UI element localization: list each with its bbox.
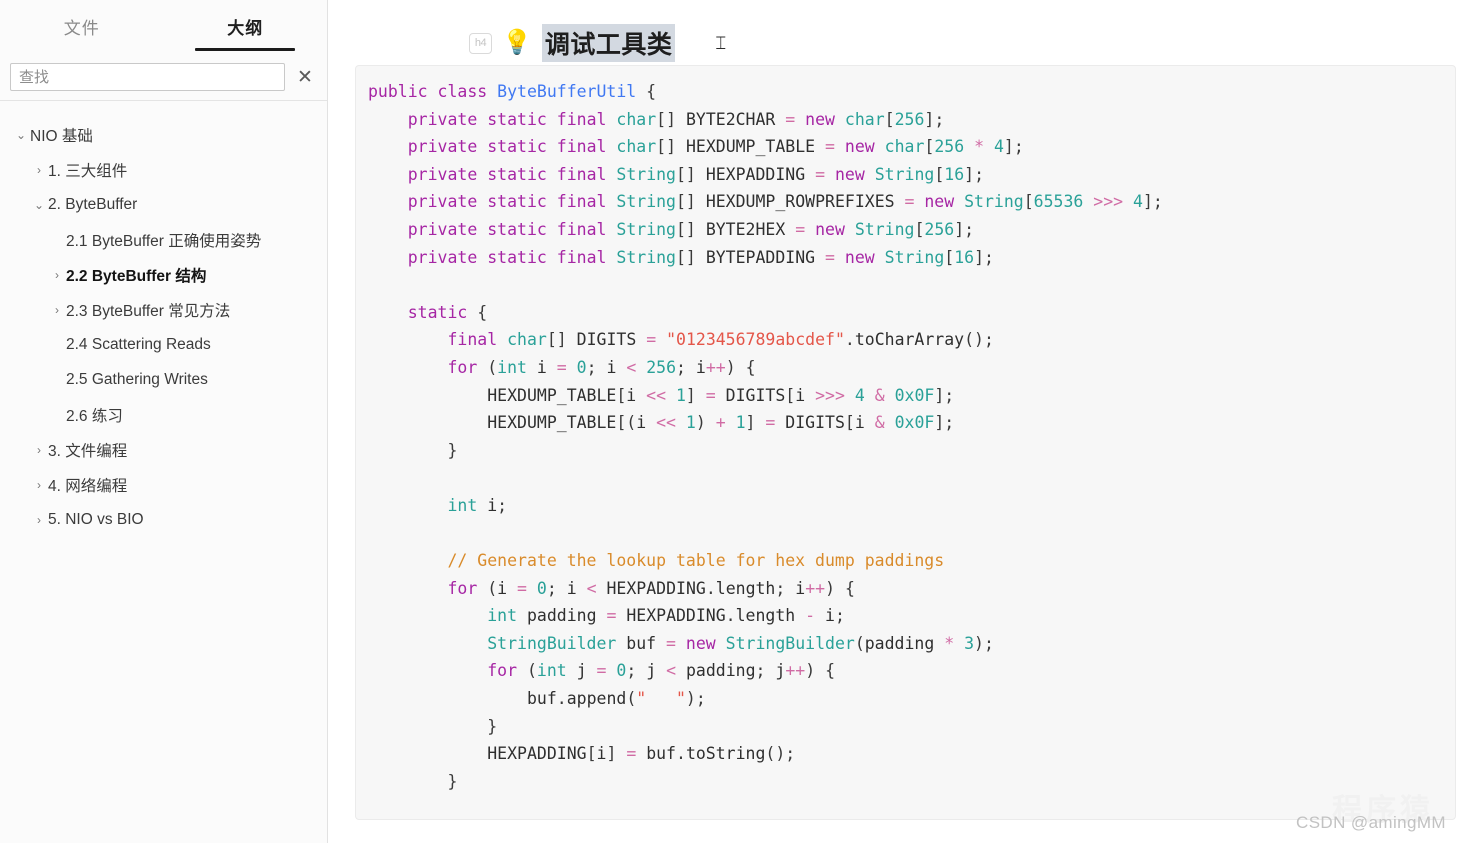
tree-item-label: 2.4 Scattering Reads <box>66 335 211 353</box>
tree-item-bytebuffer-structure[interactable]: › 2.2 ByteBuffer 结构 <box>0 257 327 292</box>
text-cursor-icon: ⌶ <box>715 32 727 53</box>
close-icon: ✕ <box>297 66 313 88</box>
chevron-right-icon[interactable]: › <box>30 444 48 456</box>
tree-item-bytebuffer-usage[interactable]: 2.1 ByteBuffer 正确使用姿势 <box>0 222 327 257</box>
editor-pane[interactable]: h4 💡 调试工具类 ⌶ public class ByteBufferUtil… <box>328 0 1460 843</box>
tree-item-bytebuffer[interactable]: ⌄ 2. ByteBuffer <box>0 187 327 222</box>
clear-search-icon[interactable]: ✕ <box>291 63 319 91</box>
tree-item-gathering-writes[interactable]: 2.5 Gathering Writes <box>0 362 327 397</box>
chevron-right-icon[interactable]: › <box>30 514 48 526</box>
tree-item-label: 2.6 练习 <box>66 407 123 425</box>
lightbulb-icon: 💡 <box>502 29 532 56</box>
chevron-down-icon[interactable]: ⌄ <box>12 129 30 141</box>
tab-files-label: 文件 <box>63 19 100 38</box>
tree-item-exercise[interactable]: 2.6 练习 <box>0 397 327 432</box>
tree-item-network-programming[interactable]: › 4. 网络编程 <box>0 467 327 502</box>
outline-tree: ⌄ NIO 基础 › 1. 三大组件 ⌄ 2. ByteBuffer 2.1 B… <box>0 101 327 843</box>
code-content[interactable]: public class ByteBufferUtil { private st… <box>368 78 1455 795</box>
tree-item-scattering-reads[interactable]: 2.4 Scattering Reads <box>0 327 327 362</box>
page-title[interactable]: 调试工具类 <box>541 24 676 62</box>
tree-item-label: 2.5 Gathering Writes <box>66 370 208 388</box>
tree-item-label: 5. NIO vs BIO <box>48 510 144 528</box>
tree-item-nio-basics[interactable]: ⌄ NIO 基础 <box>0 117 327 152</box>
app-window: 文件 大纲 ✕ ⌄ NIO 基础 › 1. 三大组件 ⌄ <box>0 0 1460 843</box>
tab-outline[interactable]: 大纲 <box>164 14 328 49</box>
watermark: CSDN @amingMM <box>1296 813 1446 832</box>
tree-item-label: 2.3 ByteBuffer 常见方法 <box>66 302 231 320</box>
tree-item-nio-vs-bio[interactable]: › 5. NIO vs BIO <box>0 502 327 537</box>
tree-item-label: 2.1 ByteBuffer 正确使用姿势 <box>66 232 262 250</box>
chevron-right-icon[interactable]: › <box>48 269 66 281</box>
chevron-right-icon[interactable]: › <box>30 164 48 176</box>
sidebar-tabbar: 文件 大纲 <box>0 0 327 54</box>
heading-row: h4 💡 调试工具类 ⌶ <box>328 0 1460 62</box>
search-input[interactable] <box>10 63 285 91</box>
tree-item-bytebuffer-methods[interactable]: › 2.3 ByteBuffer 常见方法 <box>0 292 327 327</box>
code-block[interactable]: public class ByteBufferUtil { private st… <box>355 65 1456 820</box>
tab-files[interactable]: 文件 <box>0 14 164 49</box>
tree-item-label: 2. ByteBuffer <box>48 195 138 213</box>
tree-item-label: 2.2 ByteBuffer 结构 <box>66 267 207 285</box>
chevron-right-icon[interactable]: › <box>30 479 48 491</box>
tree-item-label: 4. 网络编程 <box>48 477 128 495</box>
tree-item-three-components[interactable]: › 1. 三大组件 <box>0 152 327 187</box>
chevron-right-icon[interactable]: › <box>48 304 66 316</box>
tab-outline-label: 大纲 <box>227 19 264 38</box>
tree-item-file-programming[interactable]: › 3. 文件编程 <box>0 432 327 467</box>
sidebar: 文件 大纲 ✕ ⌄ NIO 基础 › 1. 三大组件 ⌄ <box>0 0 328 843</box>
sidebar-search-row: ✕ <box>0 54 327 100</box>
chevron-down-icon[interactable]: ⌄ <box>30 199 48 211</box>
tree-item-label: 1. 三大组件 <box>48 162 128 180</box>
tree-item-label: NIO 基础 <box>30 127 93 145</box>
tree-item-label: 3. 文件编程 <box>48 442 128 460</box>
heading-level-badge: h4 <box>469 32 492 54</box>
